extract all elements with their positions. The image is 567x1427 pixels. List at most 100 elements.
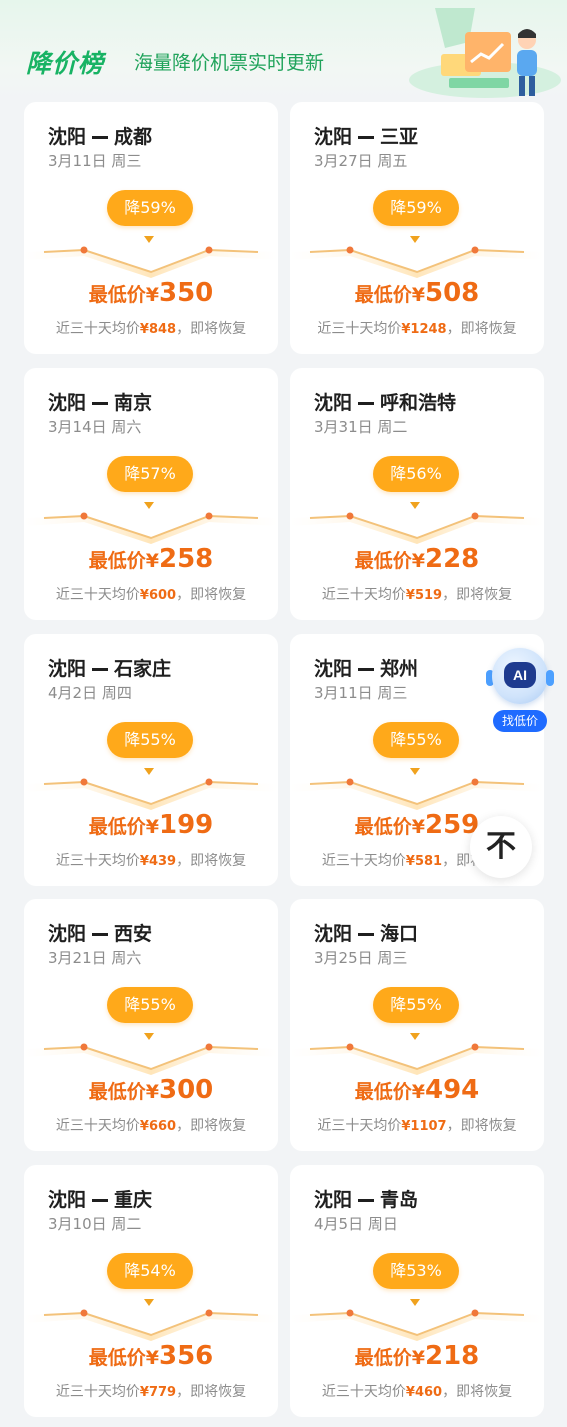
flight-card[interactable]: 沈阳 海口 3月25日 周三 降55% 最低价¥494 近三十天均价¥1107，即将恢复 [290, 899, 544, 1151]
average-price-note: 近三十天均价¥519，即将恢复 [290, 584, 544, 604]
discount-badge: 降59% [107, 190, 193, 226]
origin-city: 沈阳 [48, 1189, 87, 1211]
average-price-suffix: ，即将恢复 [176, 321, 247, 337]
origin-city: 沈阳 [48, 658, 87, 680]
price-value: 494 [424, 1075, 480, 1105]
destination-city: 三亚 [380, 126, 419, 148]
discount-badge: 降55% [107, 987, 193, 1023]
lowest-price: 最低价¥350 [24, 278, 278, 308]
average-price-note: 近三十天均价¥600，即将恢复 [24, 584, 278, 604]
departure-date: 3月10日 周二 [48, 1215, 142, 1233]
price-value: 508 [424, 278, 480, 308]
lowest-price: 最低价¥356 [24, 1341, 278, 1371]
currency-symbol: ¥ [411, 816, 425, 838]
price-value: 300 [158, 1075, 214, 1105]
average-price-note: 近三十天均价¥460，即将恢复 [290, 1381, 544, 1401]
average-price-value: ¥1107 [401, 1119, 447, 1134]
average-price-prefix: 近三十天均价 [55, 321, 140, 337]
average-price-value: ¥519 [405, 588, 443, 603]
currency-symbol: ¥ [145, 816, 159, 838]
chevron-down-icon [144, 1033, 154, 1040]
price-value: 199 [158, 810, 214, 840]
average-price-value: ¥439 [139, 854, 177, 869]
departure-date: 3月31日 周二 [314, 418, 408, 436]
lowest-price: 最低价¥218 [290, 1341, 544, 1371]
average-price-suffix: ，即将恢复 [176, 1384, 247, 1400]
destination-city: 郑州 [380, 658, 419, 680]
discount-badge: 降55% [373, 722, 459, 758]
origin-city: 沈阳 [314, 923, 353, 945]
flight-card[interactable]: 沈阳 成都 3月11日 周三 降59% 最低价¥350 近三十天均价¥848，即将恢复 [24, 102, 278, 354]
lowest-price: 最低价¥494 [290, 1075, 544, 1105]
flight-card[interactable]: 沈阳 西安 3月21日 周六 降55% 最低价¥300 近三十天均价¥660，即将恢复 [24, 899, 278, 1151]
price-value: 228 [424, 544, 480, 574]
route: 沈阳 三亚 [314, 122, 418, 149]
average-price-prefix: 近三十天均价 [55, 1384, 140, 1400]
route-dash [92, 668, 109, 671]
origin-city: 沈阳 [48, 392, 87, 414]
currency-symbol: ¥ [411, 1347, 425, 1369]
chevron-down-icon [144, 1299, 154, 1306]
departure-date: 4月5日 周日 [314, 1215, 398, 1233]
discount-badge: 降56% [373, 456, 459, 492]
route: 沈阳 呼和浩特 [314, 388, 456, 415]
average-price-value: ¥660 [139, 1119, 177, 1134]
lowest-price-label: 最低价 [88, 816, 146, 838]
average-price-prefix: 近三十天均价 [55, 853, 140, 869]
flight-card[interactable]: 沈阳 三亚 3月27日 周五 降59% 最低价¥508 近三十天均价¥1248，即将恢复 [290, 102, 544, 354]
price-value: 258 [158, 544, 214, 574]
destination-city: 重庆 [114, 1189, 153, 1211]
robot-icon: AI [492, 648, 548, 704]
lowest-price-label: 最低价 [354, 1081, 412, 1103]
average-price-suffix: ，即将恢复 [176, 587, 247, 603]
average-price-value: ¥600 [139, 588, 177, 603]
lowest-price-label: 最低价 [354, 816, 412, 838]
departure-date: 3月11日 周三 [314, 684, 408, 702]
flight-card[interactable]: 沈阳 重庆 3月10日 周二 降54% 最低价¥356 近三十天均价¥779，即将恢复 [24, 1165, 278, 1417]
ai-ear-icon [546, 670, 554, 686]
average-price-suffix: ，即将恢复 [446, 321, 517, 337]
route-dash [358, 1199, 375, 1202]
flight-card[interactable]: 沈阳 青岛 4月5日 周日 降53% 最低价¥218 近三十天均价¥460，即将恢复 [290, 1165, 544, 1417]
route-dash [358, 402, 375, 405]
ai-assistant-label[interactable]: 找低价 [493, 710, 547, 732]
route: 沈阳 重庆 [48, 1185, 152, 1212]
discount-badge: 降54% [107, 1253, 193, 1289]
chevron-down-icon [410, 1299, 420, 1306]
route-dash [92, 402, 109, 405]
destination-city: 成都 [114, 126, 153, 148]
lowest-price: 最低价¥228 [290, 544, 544, 574]
currency-symbol: ¥ [411, 284, 425, 306]
origin-city: 沈阳 [314, 126, 353, 148]
route: 沈阳 石家庄 [48, 654, 171, 681]
average-price-value: ¥460 [405, 1385, 443, 1400]
currency-symbol: ¥ [411, 1081, 425, 1103]
route-dash [358, 136, 375, 139]
flight-card[interactable]: 沈阳 呼和浩特 3月31日 周二降56% 最低价¥228 近三十天均价¥519，即将恢复 [290, 368, 544, 620]
price-value: 218 [424, 1341, 480, 1371]
departure-date: 4月2日 周四 [48, 684, 132, 702]
average-price-note: 近三十天均价¥1248，即将恢复 [290, 318, 544, 338]
back-to-top-button[interactable]: 不 [470, 816, 532, 878]
header: 降价榜 海量降价机票实时更新 [0, 0, 567, 100]
average-price-note: 近三十天均价¥439，即将恢复 [24, 850, 278, 870]
destination-city: 海口 [380, 923, 419, 945]
chevron-down-icon [410, 236, 420, 243]
discount-badge: 降55% [373, 987, 459, 1023]
route: 沈阳 海口 [314, 919, 418, 946]
chevron-down-icon [144, 236, 154, 243]
ai-assistant[interactable]: AI 找低价 [484, 648, 556, 734]
departure-date: 3月14日 周六 [48, 418, 142, 436]
discount-badge: 降57% [107, 456, 193, 492]
flight-card[interactable]: 沈阳 石家庄 4月2日 周四 降55% 最低价¥199 近三十天均价¥439，即将恢复 [24, 634, 278, 886]
flight-card[interactable]: 沈阳 南京 3月14日 周六 降57% 最低价¥258 近三十天均价¥600，即将恢复 [24, 368, 278, 620]
route: 沈阳 郑州 [314, 654, 418, 681]
average-price-prefix: 近三十天均价 [55, 587, 140, 603]
currency-symbol: ¥ [145, 284, 159, 306]
destination-city: 石家庄 [114, 658, 172, 680]
route-dash [92, 1199, 109, 1202]
lowest-price-label: 最低价 [88, 284, 146, 306]
chevron-down-icon [410, 502, 420, 509]
lowest-price: 最低价¥258 [24, 544, 278, 574]
average-price-value: ¥581 [405, 854, 443, 869]
